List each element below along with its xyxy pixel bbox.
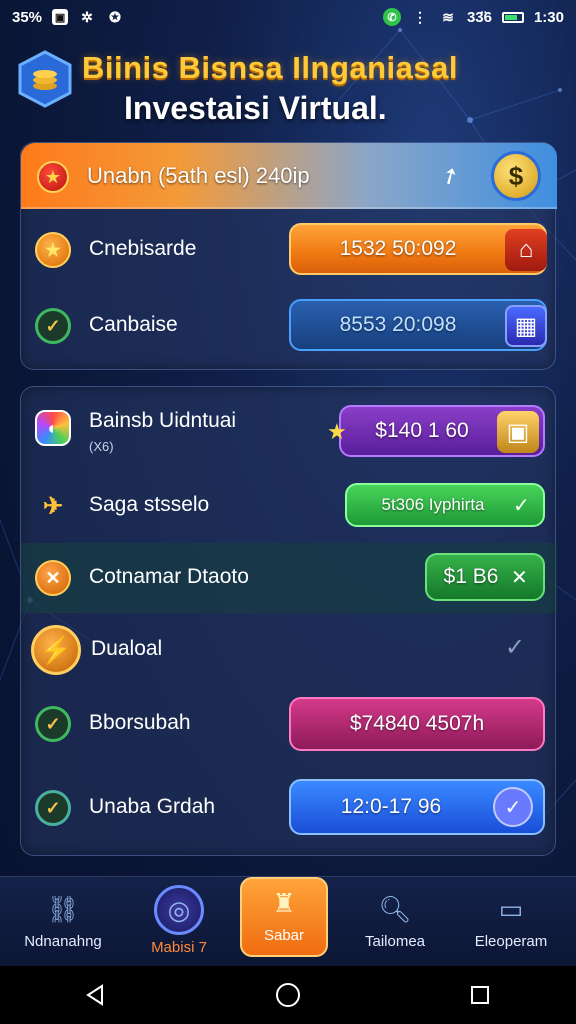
check-icon[interactable]: ✓ [513, 493, 530, 518]
x-icon[interactable]: ✕ [511, 565, 528, 590]
chain-icon: ⛓ [46, 893, 80, 924]
building-icon: ▦ [505, 305, 547, 347]
check-icon[interactable]: ✓ [505, 633, 525, 662]
nav-item-1[interactable]: ◎ Mabisi 7 [124, 885, 234, 961]
recents-button[interactable] [460, 975, 500, 1015]
vpn-icon: ✪ [109, 8, 121, 25]
check-icon: ✓ [35, 308, 71, 344]
battery-icon [501, 11, 524, 23]
list-item[interactable]: ◐ Bainsb Uidntuai (X6) $140 1 60 ★ ▣ [21, 393, 557, 471]
home-icon [276, 983, 300, 1007]
row-label: Cnebisarde [89, 237, 197, 260]
status-bar: 35% ▣ ✲ ✪ ✆ ⋮ ≋ 33̈6 1:30 [0, 0, 576, 34]
app-subtitle: Investaisi Virtual. [124, 90, 387, 126]
nav-item-3[interactable]: 🔍︎ Tailomea [340, 885, 450, 961]
recents-icon [471, 986, 489, 1004]
row-label: Saga stsselo [89, 493, 210, 516]
list-item[interactable]: ⚡ Dualoal ✓ [21, 615, 557, 685]
row-label: Bainsb Uidntuai [89, 409, 237, 432]
x-circle-icon: ✕ [35, 560, 71, 596]
dollar-coin-icon[interactable]: $ [491, 151, 541, 201]
row-label: Bborsubah [89, 711, 191, 734]
crate-icon: ▣ [497, 411, 539, 453]
back-button[interactable] [76, 975, 116, 1015]
image-icon: ▣ [52, 9, 69, 25]
row-sublabel: (X6) [89, 439, 114, 454]
summary-panel: ★ Unabn (5ath esl) 240ip ➚ $ ★ Cnebisard… [20, 142, 557, 370]
bottom-nav: ⛓ Ndnanahng ◎ Mabisi 7 ♜ Sabar 🔍︎ Tailom… [0, 876, 576, 966]
investments-panel: ◐ Bainsb Uidntuai (X6) $140 1 60 ★ ▣ ✈ S… [20, 386, 557, 856]
briefcase-icon: ▭ [498, 893, 524, 924]
palette-icon: ◐ [35, 410, 71, 446]
nav-item-2[interactable]: ♜ Sabar [240, 877, 328, 957]
list-item[interactable]: ✓ Canbaise 8553 20:098 ▦ [21, 291, 557, 361]
target-icon: ◎ [154, 885, 204, 935]
arrow-icon[interactable]: ➚ [436, 160, 465, 192]
system-nav-bar [0, 966, 576, 1024]
wifi-icon: ≋ [442, 8, 454, 25]
list-item[interactable]: ★ Cnebisarde 1532 50:092 ⌂ [21, 215, 557, 285]
clock: 1:30 [533, 8, 564, 26]
plug-icon: ⚡ [31, 625, 81, 675]
hexagon-coin-stack-icon[interactable] [16, 50, 74, 108]
app-icon: ✲ [81, 8, 93, 25]
signal-icon: ⋮ [412, 8, 427, 25]
bird-icon: ✈ [42, 492, 64, 520]
check-circle-icon[interactable]: ✓ [493, 787, 533, 827]
home-button[interactable] [268, 975, 308, 1015]
list-item[interactable]: ✓ Unaba Grdah 12:0-17 96 ✓ [21, 773, 557, 843]
value-button[interactable]: $74840 4507h [289, 697, 545, 751]
row-label: Dualoal [91, 637, 163, 660]
house-icon: ⌂ [505, 229, 547, 271]
castle-icon: ♜ [272, 887, 296, 918]
star-icon: ★ [327, 419, 347, 444]
list-item[interactable]: ✈ Saga stsselo 5t306 Iyphirta ✓ [21, 471, 557, 541]
app-header: Biinis Bisnsa Ilnganiasal Investaisi Vir… [14, 44, 562, 134]
row-label: Cotnamar Dtaoto [89, 565, 249, 588]
nav-item-4[interactable]: ▭ Eleoperam [456, 885, 566, 961]
row-label: Canbaise [89, 313, 178, 336]
battery-percent: 35% [12, 8, 43, 26]
star-icon: ★ [35, 232, 71, 268]
check-icon: ✓ [35, 790, 71, 826]
whatsapp-icon: ✆ [382, 8, 401, 26]
star-icon: ★ [37, 161, 69, 193]
row-label: Unaba Grdah [89, 795, 216, 818]
search-chart-icon: 🔍︎ [378, 893, 412, 924]
list-item[interactable]: ✓ Bborsubah $74840 4507h [21, 689, 557, 759]
app-title: Biinis Bisnsa Ilnganiasal [82, 50, 459, 85]
back-icon [86, 984, 103, 1006]
network-text: 33̈6 [466, 8, 492, 26]
banner-text: Unabn (5ath esl) 240ip [87, 163, 310, 188]
nav-item-0[interactable]: ⛓ Ndnanahng [8, 885, 118, 961]
check-icon: ✓ [35, 706, 71, 742]
promo-banner[interactable]: ★ Unabn (5ath esl) 240ip ➚ $ [21, 143, 557, 209]
list-item[interactable]: ✕ Cotnamar Dtaoto $1 B6 ✕ [21, 543, 557, 613]
